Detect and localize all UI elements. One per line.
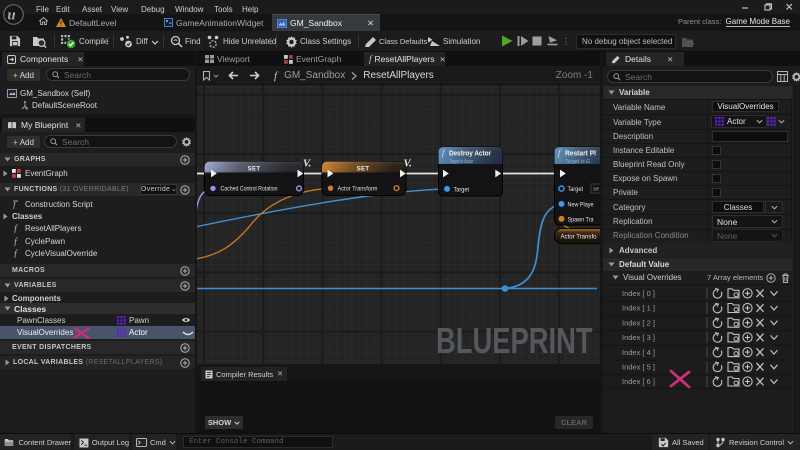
svg-text:Restart Pl: Restart Pl [565,151,596,158]
svg-text:Index [ 3 ]: Index [ 3 ] [622,333,655,342]
svg-text:SET: SET [248,167,261,173]
svg-text:Target is Actor: Target is Actor [449,159,474,165]
svg-text:V.: V. [404,159,412,170]
svg-text:Spawn Tra: Spawn Tra [568,216,594,223]
svg-text:Index [ 2 ]: Index [ 2 ] [622,318,655,327]
svg-text:Index [ 5 ]: Index [ 5 ] [622,363,655,372]
svg-text:se: se [593,187,599,193]
svg-text:Destroy Actor: Destroy Actor [449,151,491,158]
svg-text:Target is G: Target is G [565,159,590,165]
svg-text:Actor Transform: Actor Transform [338,186,378,193]
svg-text:Index [ 0 ]: Index [ 0 ] [622,289,655,298]
svg-text:Target: Target [454,186,470,193]
svg-text:Actor Transfo: Actor Transfo [561,234,597,241]
svg-text:Target: Target [568,186,584,193]
svg-text:SET: SET [357,167,370,173]
svg-text:Index [ 1 ]: Index [ 1 ] [622,304,655,313]
svg-text:V.: V. [303,159,311,170]
svg-text:f: f [14,237,18,246]
svg-text:Index [ 6 ]: Index [ 6 ] [622,377,655,386]
svg-text:Cached Control Rotation: Cached Control Rotation [221,186,278,193]
svg-text:f: f [14,224,18,233]
svg-text:Index [ 4 ]: Index [ 4 ] [622,348,655,357]
svg-text:New Playe: New Playe [568,201,594,208]
svg-text:f: f [14,249,18,258]
